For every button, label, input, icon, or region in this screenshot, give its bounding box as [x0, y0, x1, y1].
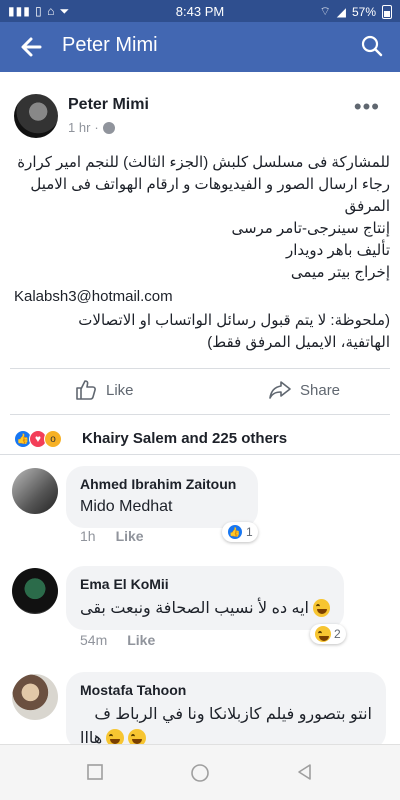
battery-percent: 57% [351, 4, 376, 19]
wifi-icon: ⌔ [319, 4, 331, 18]
commenter-avatar[interactable] [12, 568, 58, 614]
battery-icon [382, 4, 392, 19]
commenter-name[interactable]: Ahmed Ibrahim Zaitoun [80, 476, 244, 492]
commenter-avatar[interactable] [12, 674, 58, 720]
post-email-link[interactable]: Kalabsh3@hotmail.com [14, 288, 173, 305]
comment-reaction-count: 2 [334, 627, 341, 641]
comment-reaction-badge[interactable]: 2 [310, 624, 346, 644]
more-options-icon[interactable]: ••• [354, 94, 380, 120]
comment-bubble: Mostafa Tahoon انتو بتصورو فيلم كازبلانك… [66, 672, 386, 750]
status-bar: ▮▮▮ ▯ ⌂ ⏷ 8:43 PM ⌔ ◢ 57% [0, 0, 400, 22]
comment-time: 1h [80, 528, 96, 544]
comment-like-button[interactable]: Like [116, 528, 144, 544]
comment-text: Mido Medhat [80, 498, 173, 515]
search-icon[interactable] [360, 34, 384, 58]
comment-reaction-count: 1 [246, 525, 253, 539]
page-title: Peter Mimi [62, 34, 158, 56]
post-body-line: للمشاركة فى مسلسل كلبش (الجزء الثالث) لل… [17, 154, 390, 171]
wow-reaction-icon: o [44, 430, 62, 448]
globe-icon [102, 121, 115, 134]
top-nav-bar: Peter Mimi [0, 22, 400, 72]
like-reaction-icon: 👍 [227, 524, 243, 540]
post-body-line: رجاء ارسال الصور و الفيديوهات و ارقام ال… [30, 176, 390, 193]
back-arrow-icon[interactable] [18, 34, 44, 60]
comment-meta: 54m Like [80, 632, 155, 648]
commenter-avatar[interactable] [12, 468, 58, 514]
post-note: (ملحوظة: لا يتم قبول رسائل الواتساب او ا… [10, 310, 390, 354]
post-note-line: (ملحوظة: لا يتم قبول رسائل الواتساب او ا… [78, 312, 390, 329]
post-author-avatar[interactable] [14, 94, 58, 138]
post-body-line: إخراج بيتر ميمى [290, 264, 390, 281]
share-button[interactable]: Share [268, 378, 340, 402]
reaction-icons: 👍 ♥ o [14, 430, 62, 448]
post-body-line: إنتاج سينرجى-تامر مرسى [231, 220, 390, 237]
laughing-emoji-icon [313, 599, 330, 617]
post-body-line: المرفق [344, 198, 390, 215]
signal-icon: ◢ [336, 4, 346, 19]
reactions-summary[interactable]: 👍 ♥ o Khairy Salem and 225 others [0, 424, 400, 454]
comment-meta: 1h Like [80, 528, 144, 544]
like-label: Like [106, 381, 134, 399]
status-right: ⌔ ◢ 57% [319, 4, 392, 19]
like-button[interactable]: Like [74, 378, 134, 402]
post-action-bar: Like Share [0, 368, 400, 412]
thumbs-up-icon [76, 380, 96, 400]
comment-bubble: Ema El KoMii ايه ده لأ نسيب الصحافة ونبع… [66, 566, 344, 630]
reactions-text: Khairy Salem and 225 others [82, 430, 288, 447]
divider [10, 414, 390, 415]
haha-reaction-icon [315, 626, 331, 642]
system-nav-bar [0, 744, 400, 800]
post-time[interactable]: 1 hr [68, 120, 90, 135]
comment-text-row: ايه ده لأ نسيب الصحافة ونبعت بقى [80, 598, 330, 618]
commenter-name[interactable]: Mostafa Tahoon [80, 682, 372, 698]
comment-reaction-badge[interactable]: 👍 1 [222, 522, 258, 542]
comment-text: انتو بتصورو فيلم كازبلانكا ونا في الرباط… [94, 706, 372, 723]
divider [0, 454, 400, 455]
post-body: للمشاركة فى مسلسل كلبش (الجزء الثالث) لل… [10, 152, 390, 284]
post-note-line: الهاتفية، الايميل المرفق فقط) [207, 334, 390, 351]
home-icon[interactable] [190, 763, 210, 783]
back-triangle-icon[interactable] [296, 763, 314, 781]
share-label: Share [300, 381, 341, 399]
commenter-name[interactable]: Ema El KoMii [80, 576, 330, 592]
post-header: Peter Mimi 1 hr · ••• [0, 72, 400, 142]
comment-like-button[interactable]: Like [127, 632, 155, 648]
share-arrow-icon [269, 381, 291, 399]
post-body-line: تأليف باهر دويدار [285, 242, 390, 259]
comment-time: 54m [80, 632, 108, 648]
comment-text: ايه ده لأ نسيب الصحافة ونبعت بقى [80, 600, 309, 617]
post-meta: 1 hr · [68, 120, 115, 135]
comment-bubble: Ahmed Ibrahim Zaitoun Mido Medhat [66, 466, 258, 528]
post-author-name[interactable]: Peter Mimi [68, 96, 149, 114]
recent-apps-icon[interactable] [86, 763, 104, 781]
